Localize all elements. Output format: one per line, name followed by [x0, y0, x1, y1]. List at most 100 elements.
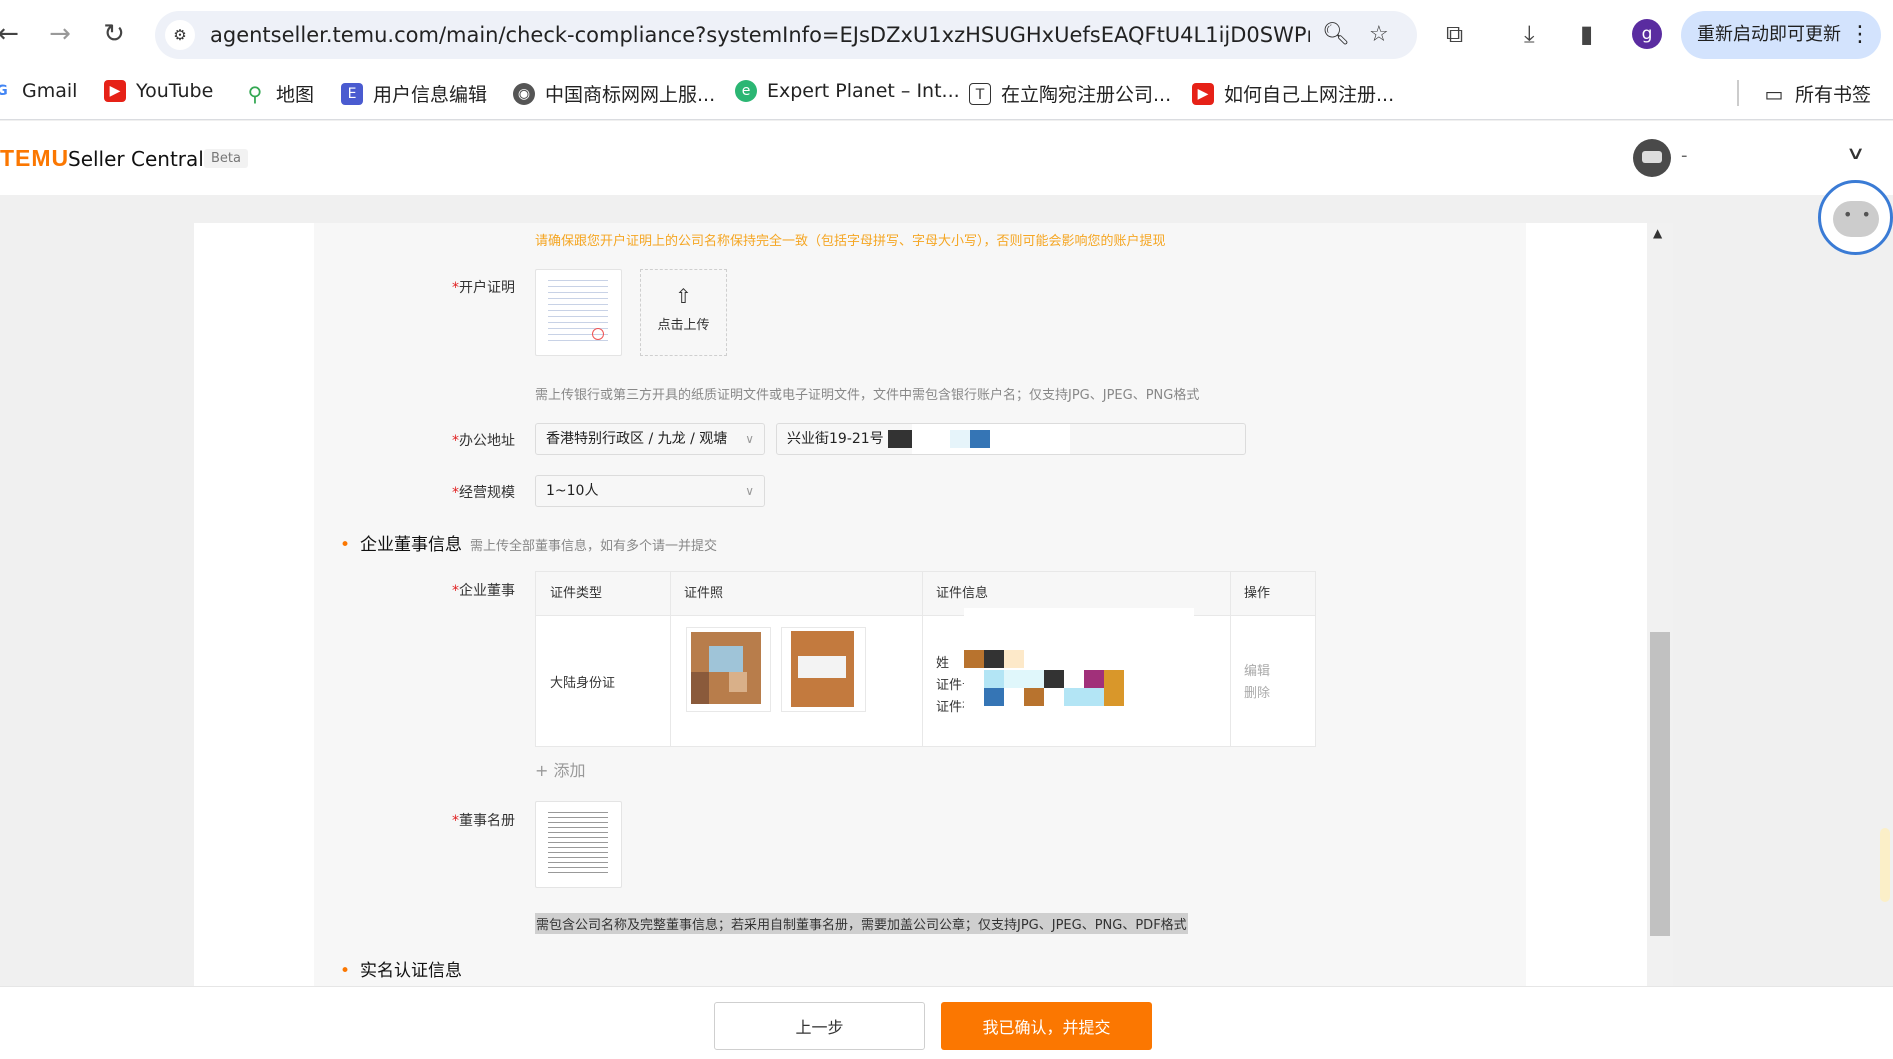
youtube-icon: ▶	[104, 80, 126, 102]
update-button[interactable]: 重新启动即可更新 ⋮	[1681, 11, 1881, 59]
redacted-block	[1004, 650, 1024, 668]
column-divider	[922, 572, 923, 746]
expert-planet-icon: e	[735, 80, 757, 102]
directors-section-subtitle: 需上传全部董事信息，如有多个请一并提交	[470, 539, 718, 554]
user-name[interactable]: -	[1681, 145, 1688, 166]
seller-header: TEMU Seller Central Beta - ∨	[0, 121, 1893, 195]
th-actions: 操作	[1244, 586, 1271, 601]
account-proof-hint: 需上传银行或第三方开具的纸质证明文件或电子证明文件，文件中需包含银行账户名；仅支…	[535, 388, 1200, 403]
temu-logo[interactable]: TEMU	[0, 145, 69, 172]
register-label: *董事名册	[452, 813, 515, 829]
bookmark-lithuania[interactable]: T 在立陶宛注册公司...	[969, 80, 1171, 107]
confirm-submit-button[interactable]: 我已确认，并提交	[941, 1002, 1152, 1050]
form-footer: 上一步 我已确认，并提交	[0, 986, 1893, 1059]
profile-avatar[interactable]: g	[1632, 19, 1662, 49]
redacted-block	[1104, 670, 1124, 688]
redacted-block	[984, 688, 1004, 706]
user-avatar[interactable]	[1633, 139, 1671, 177]
stamp-mark	[592, 328, 604, 340]
address-bar[interactable]: ⚙ agentseller.temu.com/main/check-compli…	[155, 11, 1417, 59]
office-region-select[interactable]: 香港特别行政区 / 九龙 / 观塘 ∨	[535, 423, 765, 455]
scrollbar-thumb[interactable]	[1650, 632, 1670, 936]
directors-section-title: • 企业董事信息 需上传全部董事信息，如有多个请一并提交	[340, 535, 718, 555]
site-settings-icon[interactable]: ⚙	[165, 20, 195, 50]
business-scale-label: *经营规模	[452, 485, 515, 501]
redacted-block	[1104, 688, 1124, 706]
reload-icon[interactable]: ↻	[98, 18, 130, 50]
delete-director-link[interactable]: 删除	[1244, 682, 1270, 701]
th-id-type: 证件类型	[550, 586, 603, 601]
chevron-down-icon: ∨	[745, 432, 754, 446]
register-hint: 需包含公司名称及完整董事信息；若采用自制董事名册，需要加盖公司公章；仅支持JPG…	[535, 913, 1188, 934]
document-icon: T	[969, 82, 991, 105]
bookmark-trademark[interactable]: ◉ 中国商标网网上服...	[513, 80, 715, 107]
id-type-value: 大陆身份证	[550, 676, 616, 691]
scroll-up-arrow-icon[interactable]: ▲	[1653, 226, 1662, 240]
id-photo-back[interactable]	[781, 627, 866, 712]
map-pin-icon: ⚲	[247, 81, 263, 106]
edit-director-link[interactable]: 编辑	[1244, 660, 1270, 679]
redacted-block	[984, 670, 1004, 688]
bookmark-star-icon[interactable]: ☆	[1369, 22, 1389, 47]
add-director-button[interactable]: + 添加	[535, 757, 586, 781]
update-label: 重新启动即可更新	[1697, 24, 1841, 45]
url-text[interactable]: agentseller.temu.com/main/check-complian…	[210, 23, 1310, 47]
office-address-label: *办公地址	[452, 433, 515, 449]
back-icon[interactable]: ←	[0, 18, 24, 50]
upload-button[interactable]: ⇧ 点击上传	[640, 269, 727, 356]
bookmark-register-howto[interactable]: ▶ 如何自己上网注册...	[1192, 80, 1394, 107]
account-proof-thumbnail[interactable]	[535, 269, 622, 356]
redacted-block	[1044, 670, 1064, 688]
id-photo-front[interactable]	[686, 627, 771, 712]
account-proof-label: *开户证明	[452, 280, 515, 296]
bookmarks-divider	[1737, 80, 1739, 106]
column-divider	[670, 572, 671, 746]
more-menu-icon[interactable]: ⋮	[1849, 11, 1871, 59]
side-panel-icon[interactable]: ▮	[1580, 20, 1593, 48]
bookmarks-bar: G Gmail ▶ YouTube ⚲ 地图 E 用户信息编辑 ◉ 中国商标网网上服...…	[0, 68, 1893, 120]
app-title: Seller Central	[68, 147, 204, 171]
bookmark-maps[interactable]: ⚲ 地图	[244, 80, 314, 107]
globe-icon: ◉	[513, 82, 535, 105]
bookmark-gmail[interactable]: G Gmail	[0, 80, 77, 102]
redacted-block	[1084, 670, 1104, 688]
browser-toolbar: ← → ↻ ⚙ agentseller.temu.com/main/check-…	[0, 0, 1893, 68]
redacted-block	[1004, 670, 1044, 688]
zoom-search-icon[interactable]: 🔍︎	[1322, 22, 1350, 47]
register-thumbnail[interactable]	[535, 801, 622, 888]
all-bookmarks[interactable]: ▭ 所有书签	[1763, 80, 1871, 107]
chevron-down-icon: ∨	[745, 484, 754, 498]
redacted-block	[912, 424, 1070, 454]
forward-icon[interactable]: →	[44, 18, 76, 50]
upload-icon: ⇧	[675, 284, 692, 308]
directors-table: 证件类型 证件照 证件信息 操作 大陆身份证 姓 证件号 证件有 编辑 删除	[535, 571, 1316, 747]
download-icon[interactable]: ⤓	[1524, 20, 1535, 48]
edge-indicator	[1880, 828, 1890, 902]
redacted-block	[964, 650, 984, 668]
previous-step-button[interactable]: 上一步	[714, 1002, 925, 1050]
youtube-icon: ▶	[1192, 82, 1214, 105]
bookmark-user-info[interactable]: E 用户信息编辑	[341, 80, 487, 107]
folder-icon: ▭	[1764, 81, 1784, 106]
redacted-block	[1024, 688, 1044, 706]
chevron-down-icon[interactable]: ∨	[1846, 143, 1866, 164]
bookmark-youtube[interactable]: ▶ YouTube	[104, 80, 213, 102]
gmail-icon: G	[0, 83, 8, 99]
verification-section-title: • 实名认证信息	[340, 961, 463, 981]
redacted-block	[1064, 688, 1104, 706]
table-header: 证件类型 证件照 证件信息 操作	[536, 572, 1315, 616]
director-label: *企业董事	[452, 583, 515, 599]
column-divider	[1230, 572, 1231, 746]
info-line-name: 姓	[936, 656, 950, 671]
business-scale-select[interactable]: 1~10人 ∨	[535, 475, 765, 507]
company-name-warning: 请确保跟您开户证明上的公司名称保持完全一致（包括字母拼写、字母大小写），否则可能…	[535, 234, 1166, 249]
document-preview	[548, 812, 608, 874]
extensions-icon[interactable]: ⧉	[1446, 20, 1463, 48]
redacted-block	[984, 650, 1004, 668]
redacted-block	[970, 430, 990, 448]
redacted-block	[888, 430, 912, 448]
assistant-robot-icon[interactable]	[1818, 180, 1893, 255]
bookmark-expert-planet[interactable]: e Expert Planet – Int...	[735, 80, 960, 102]
beta-badge: Beta	[204, 149, 248, 168]
redacted-block	[950, 430, 970, 448]
